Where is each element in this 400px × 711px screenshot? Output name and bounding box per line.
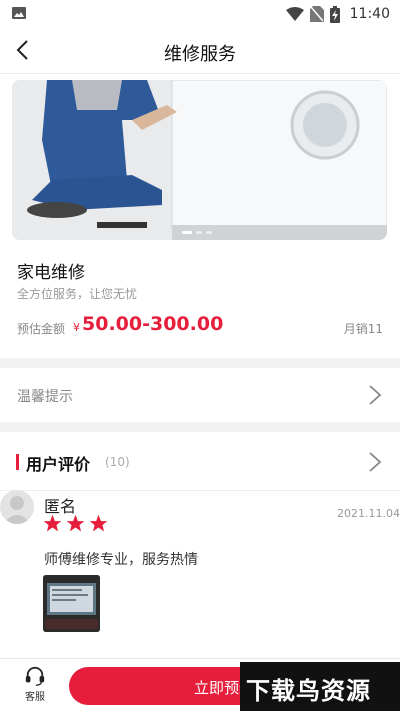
- no-sim-icon: [309, 6, 324, 22]
- page-title: 维修服务: [164, 44, 236, 65]
- star-icon: [89, 514, 108, 532]
- watermark: 下载鸟资源: [240, 662, 400, 711]
- watermark-text: 下载鸟资源: [246, 677, 371, 705]
- price-label: 预估金额: [17, 322, 66, 336]
- tips-label: 温馨提示: [17, 389, 73, 405]
- status-time: 11:40: [349, 6, 390, 22]
- star-icon: [66, 514, 85, 532]
- star-icon: [43, 514, 62, 532]
- section-accent-bar: [16, 454, 19, 470]
- monthly-sales: 月销11: [343, 322, 383, 336]
- banner-dot-active: [182, 231, 192, 234]
- avatar: [0, 490, 34, 524]
- nav-bar: 维修服务: [0, 28, 400, 74]
- product-card: 家电维修 全方位服务，让您无忧 预估金额 ¥ 50.00-300.00 月销11: [0, 74, 400, 358]
- banner-indicators: [182, 231, 212, 234]
- reviews-section: 用户评价 (10) 匿名 2021.11.04 师傅维修专业，服务热情: [0, 432, 400, 658]
- banner-dot: [196, 231, 202, 234]
- review-photo[interactable]: [43, 575, 100, 632]
- status-bar: 11:40: [0, 0, 400, 28]
- battery-charging-icon: [329, 5, 340, 23]
- customer-service-label: 客服: [25, 692, 45, 703]
- wifi-icon: [285, 7, 304, 21]
- customer-service-button[interactable]: 客服: [15, 665, 55, 703]
- product-subtitle: 全方位服务，让您无忧: [17, 287, 138, 301]
- review-rating: [43, 514, 108, 533]
- review-text: 师傅维修专业，服务热情: [44, 552, 198, 568]
- price-currency: ¥: [73, 321, 80, 334]
- tips-row[interactable]: 温馨提示: [0, 368, 400, 422]
- product-name: 家电维修: [17, 263, 85, 283]
- product-banner[interactable]: [12, 80, 387, 240]
- review-date: 2021.11.04: [337, 507, 400, 520]
- reviews-title: 用户评价: [26, 455, 91, 474]
- image-notification-icon: [12, 7, 26, 19]
- divider: [0, 490, 400, 491]
- price-range: 50.00-300.00: [82, 313, 224, 335]
- user-avatar-icon: [3, 496, 31, 524]
- review-photo-image: [43, 575, 100, 632]
- reviews-count: (10): [105, 455, 130, 469]
- headset-icon: [25, 666, 45, 686]
- chevron-right-icon: [369, 385, 382, 405]
- banner-image: [12, 80, 387, 240]
- banner-dot: [206, 231, 212, 234]
- reviews-more-chevron-icon[interactable]: [368, 451, 382, 473]
